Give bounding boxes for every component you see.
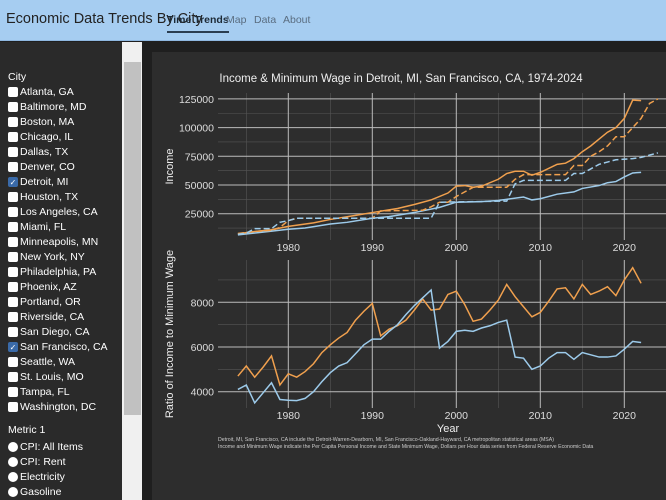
footnote: Detroit, MI, San Francisco, CA include t… (218, 437, 554, 443)
chart-title: Income & Minimum Wage in Detroit, MI, Sa… (219, 73, 583, 85)
y-tick-label: 25000 (185, 209, 214, 221)
y-axis-label: Ratio of Income to Minimum Wage (164, 250, 176, 418)
x-tick-label: 2000 (445, 410, 469, 422)
series-line-san_francisco (237, 266, 642, 387)
y-tick-label: 8000 (191, 297, 215, 309)
y-tick-label: 100000 (179, 123, 214, 135)
x-tick-label: 2010 (529, 410, 553, 422)
x-axis-label: Year (437, 423, 460, 435)
y-tick-label: 6000 (191, 342, 215, 354)
x-tick-label: 2020 (613, 410, 637, 422)
x-tick-label: 2000 (445, 242, 469, 254)
x-tick-label: 1980 (277, 410, 301, 422)
x-tick-label: 2010 (529, 242, 553, 254)
y-axis-label: Income (164, 148, 176, 184)
y-tick-label: 75000 (185, 151, 214, 163)
series-line-detroit (237, 288, 642, 405)
y-tick-label: 50000 (185, 180, 214, 192)
x-tick-label: 1990 (361, 242, 385, 254)
x-tick-label: 1980 (277, 242, 301, 254)
y-tick-label: 4000 (191, 387, 215, 399)
chart: 1980 1990 2000 2010 2020 25000 50000 75000 10000… (164, 73, 666, 450)
y-tick-label: 125000 (179, 94, 214, 106)
x-tick-label: 2020 (613, 242, 637, 254)
x-tick-label: 1990 (361, 410, 385, 422)
footnote: Income and Minimum Wage indicate the Per… (218, 444, 593, 450)
